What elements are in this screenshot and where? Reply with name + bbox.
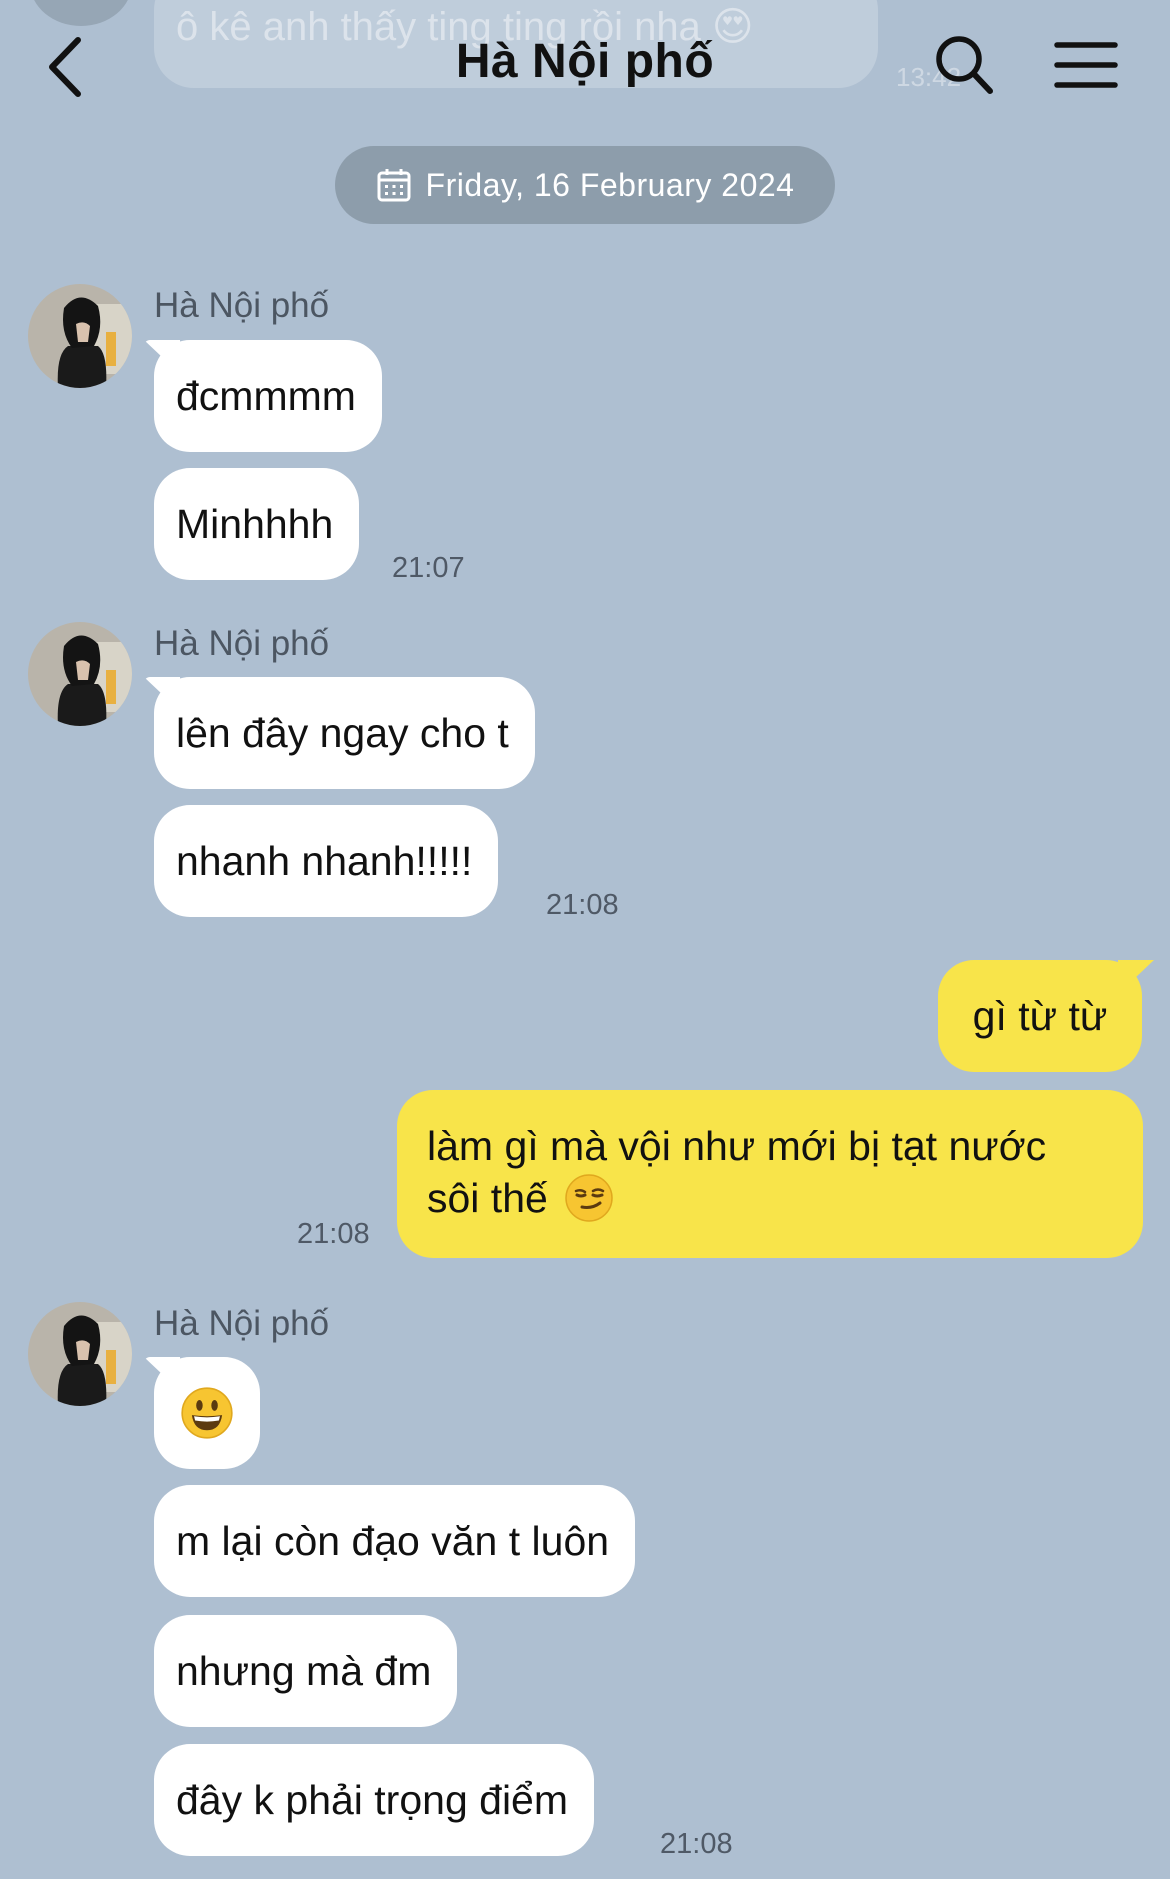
message-bubble[interactable]: nhưng mà đm bbox=[154, 1615, 458, 1727]
message-bubble[interactable]: m lại còn đạo văn t luôn bbox=[154, 1485, 636, 1597]
outgoing-message-bubble[interactable]: làm gì mà vội như mới bị tạt nước sôi th… bbox=[397, 1090, 1143, 1258]
message-text: sôi thế bbox=[427, 1175, 548, 1221]
message-time: 21:08 bbox=[660, 1828, 733, 1860]
message-time: 21:08 bbox=[297, 1218, 370, 1250]
message-text: nhanh nhanh!!!!! bbox=[176, 838, 473, 884]
message-text: Minhhhh bbox=[176, 501, 334, 547]
contact-avatar[interactable] bbox=[28, 284, 132, 388]
message-text: nhưng mà đm bbox=[176, 1648, 432, 1694]
message-bubble[interactable]: nhanh nhanh!!!!! bbox=[154, 805, 499, 917]
menu-icon[interactable] bbox=[1054, 40, 1118, 90]
message-bubble[interactable]: 😀 bbox=[154, 1357, 260, 1469]
message-text: lên đây ngay cho t bbox=[176, 710, 509, 756]
message-time: 21:07 bbox=[392, 552, 465, 584]
smirk-emoji-icon bbox=[565, 1174, 613, 1222]
message-text: m lại còn đạo văn t luôn bbox=[176, 1518, 610, 1564]
grinning-emoji-icon bbox=[181, 1387, 233, 1439]
chat-title: Hà Nội phố bbox=[455, 35, 715, 88]
sender-name: Hà Nội phố bbox=[154, 1304, 330, 1343]
outgoing-message-bubble[interactable]: gì từ từ bbox=[938, 960, 1142, 1072]
message-bubble[interactable]: lên đây ngay cho t bbox=[154, 677, 535, 789]
message-text: đây k phải trọng điểm bbox=[176, 1777, 569, 1823]
message-text: đcmmmm bbox=[176, 373, 356, 419]
message-text: làm gì mà vội như mới bị tạt nước bbox=[427, 1123, 1047, 1169]
date-separator-label: Friday, 16 February 2024 bbox=[425, 166, 795, 203]
sender-name: Hà Nội phố bbox=[154, 624, 330, 663]
message-bubble[interactable]: Minhhhh bbox=[154, 468, 360, 580]
search-icon[interactable] bbox=[934, 34, 994, 96]
previous-avatar bbox=[30, 0, 132, 26]
message-text: gì từ từ bbox=[972, 993, 1108, 1039]
contact-avatar[interactable] bbox=[28, 622, 132, 726]
message-time: 21:08 bbox=[546, 889, 619, 921]
message-bubble[interactable]: đcmmmm bbox=[154, 340, 382, 452]
message-bubble[interactable]: đây k phải trọng điểm bbox=[154, 1744, 595, 1856]
contact-avatar[interactable] bbox=[28, 1302, 132, 1406]
calendar-icon bbox=[377, 169, 411, 202]
sender-name: Hà Nội phố bbox=[154, 286, 330, 325]
date-separator: Friday, 16 February 2024 bbox=[335, 146, 835, 224]
